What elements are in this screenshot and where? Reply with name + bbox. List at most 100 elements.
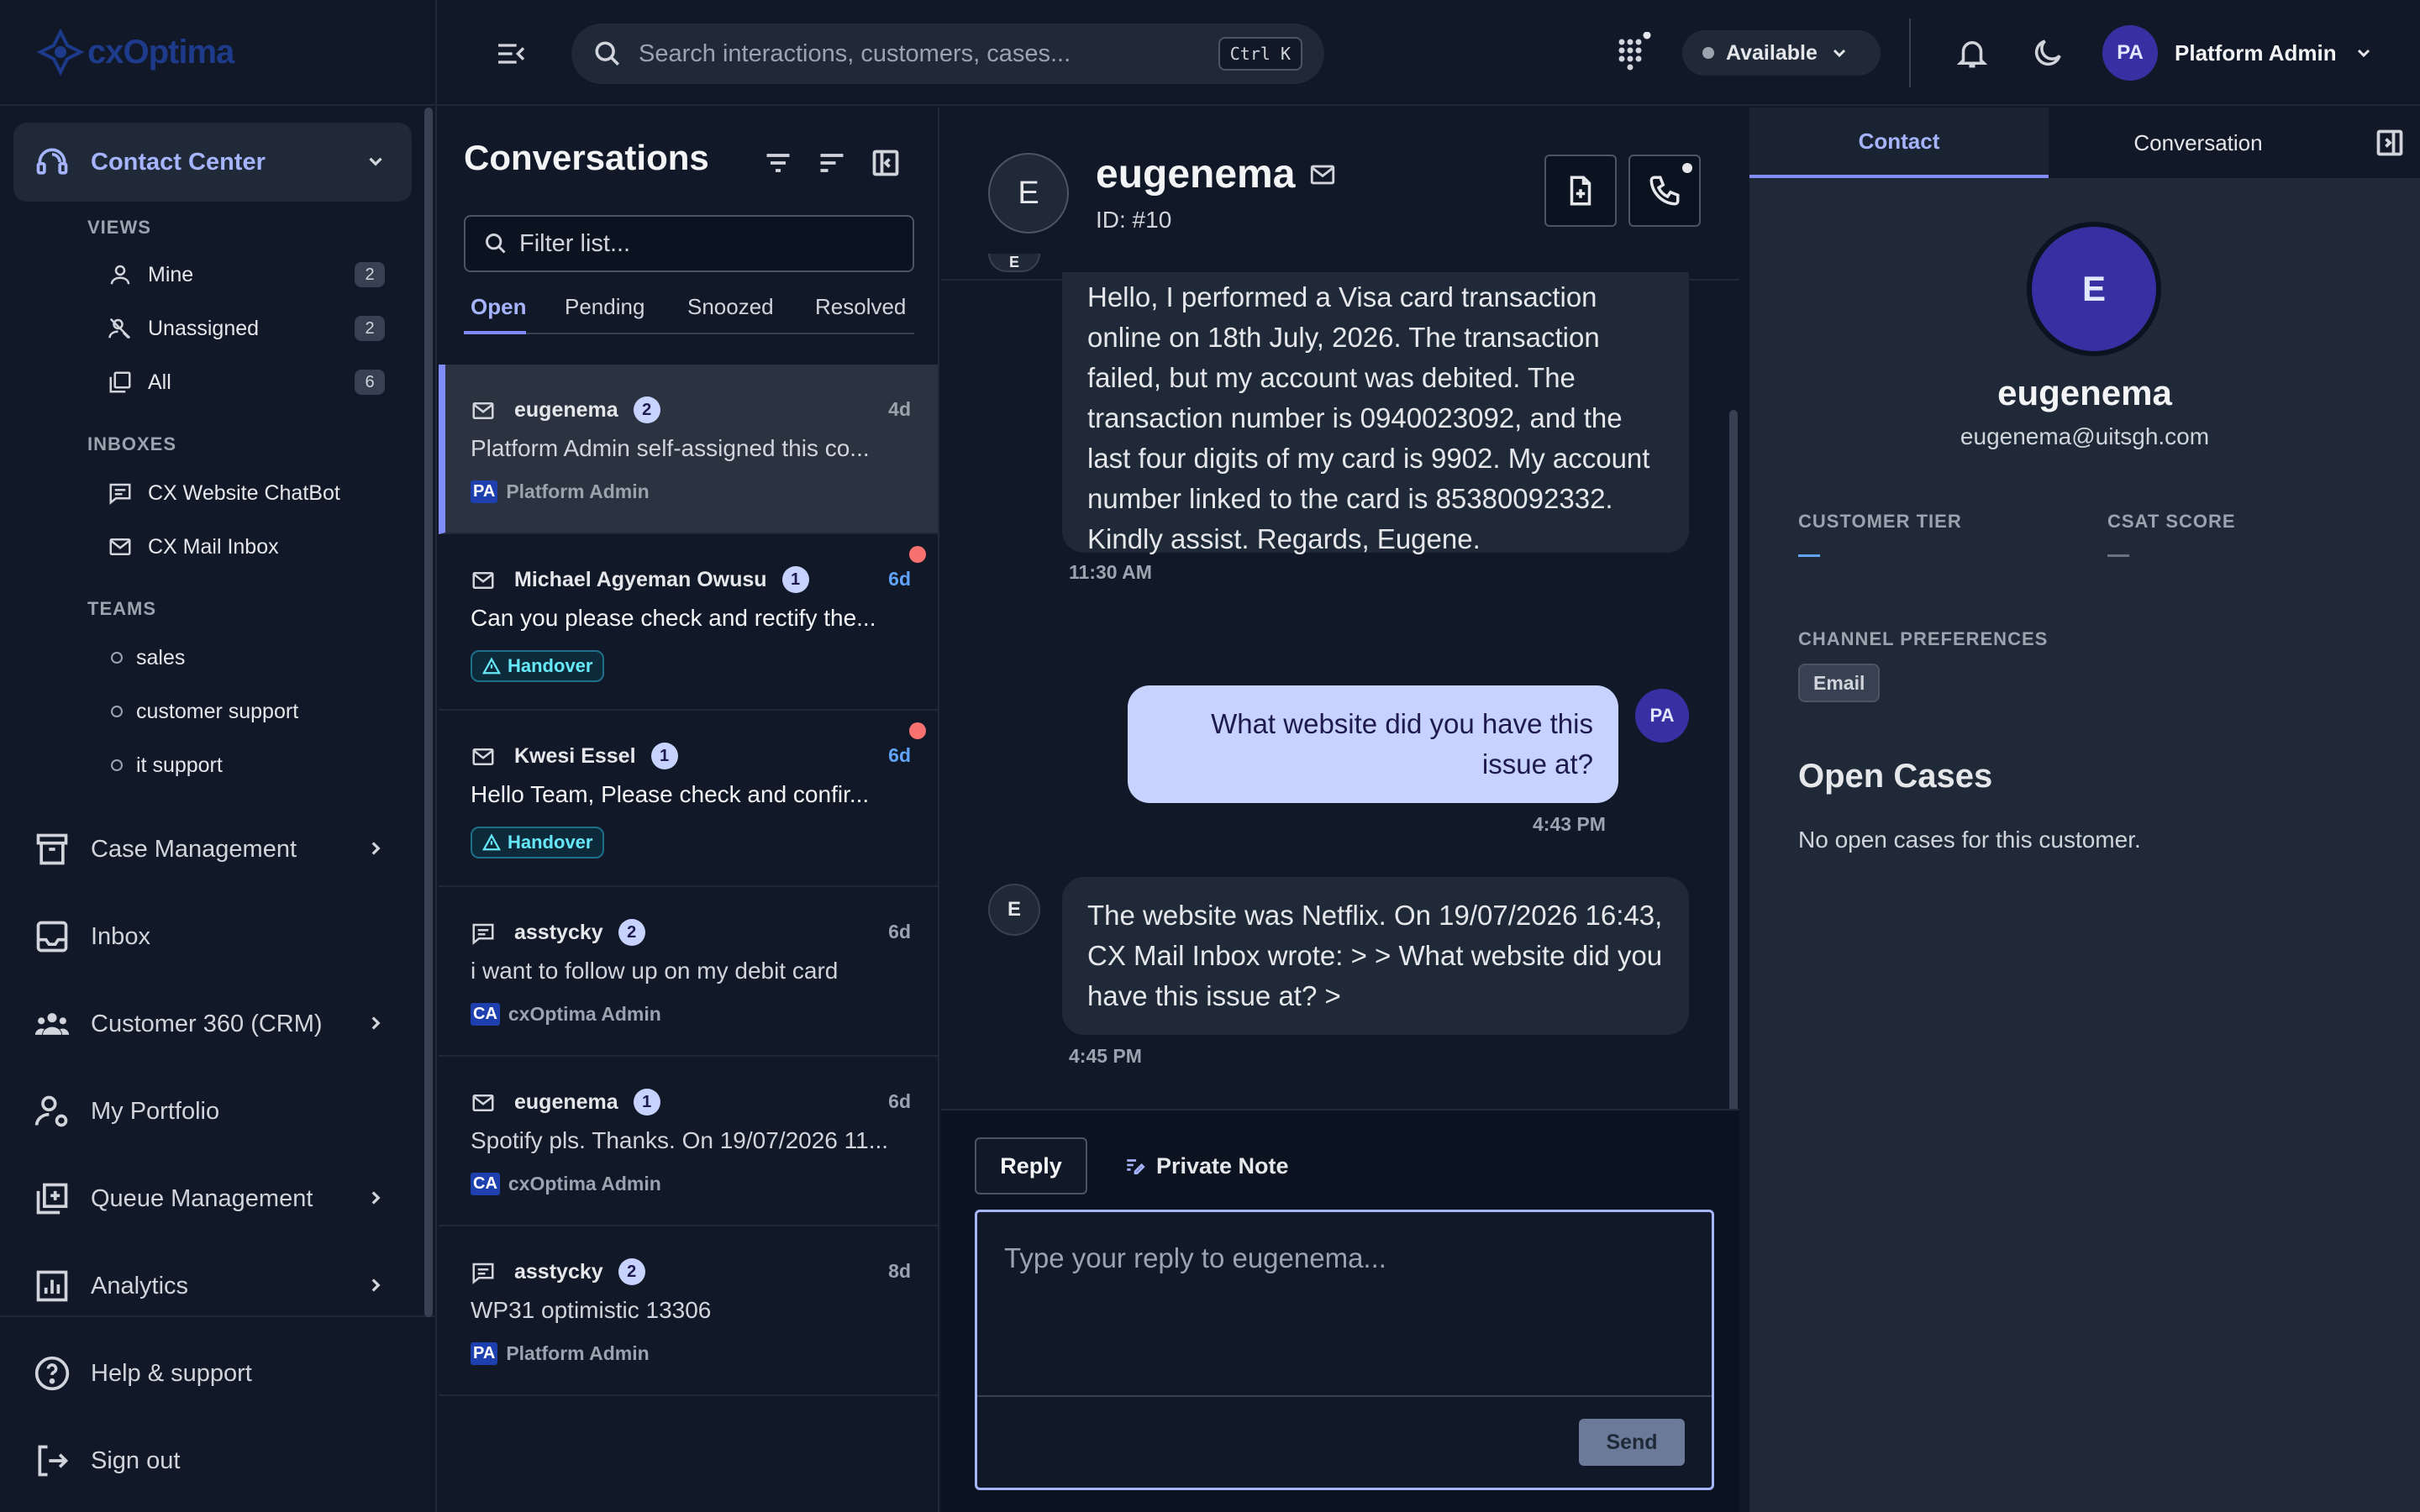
tab-pending[interactable]: Pending [565,294,644,320]
conversation-list-panel: Conversations Filter list... Open Pendin… [439,108,939,1512]
team-sales[interactable]: sales [111,637,185,679]
chevron-right-icon [371,1016,381,1030]
unread-count: 2 [633,396,660,423]
nav-sign-out[interactable]: Sign out [13,1421,412,1500]
handover-label: Handover [508,832,593,853]
view-count: 6 [355,370,385,395]
view-unassigned[interactable]: Unassigned 2 [108,307,385,349]
mail-icon [472,1095,494,1111]
conversation-name: Michael Agyeman Owusu [514,567,767,591]
create-case-button[interactable] [1544,155,1617,227]
inbox-chatbot[interactable]: CX Website ChatBot [108,472,385,514]
contact-name: eugenema [1096,152,1296,197]
tab-contact[interactable]: Contact [1749,108,2049,178]
views-heading: VIEWS [87,217,151,238]
filter-placeholder: Filter list... [519,229,631,257]
contact-large-avatar: E [2027,222,2161,356]
conversation-row[interactable]: Michael Agyeman Owusu 1 6d Can you please… [439,534,938,711]
assignee-name: Platform Admin [506,480,650,502]
sidebar-scrollbar[interactable] [424,108,433,1317]
unread-count: 1 [781,566,809,593]
tab-resolved[interactable]: Resolved [815,294,906,320]
logo-icon [37,29,84,76]
nav-contact-center[interactable]: Contact Center [13,123,412,202]
stack-icon [109,371,131,393]
nav-label: Help & support [91,1359,252,1387]
bell-icon[interactable] [1954,35,1990,71]
unread-count: 2 [618,919,645,946]
archive-icon [36,833,68,865]
conversation-row[interactable]: eugenema 1 6d Spotify pls. Thanks. On 19/… [439,1057,938,1226]
filter-icon[interactable] [763,148,793,178]
chat-scrollbar[interactable] [1729,410,1738,1216]
conversation-row[interactable]: asstycky 2 6d i want to follow up on my d… [439,887,938,1057]
nav-case-management[interactable]: Case Management [13,810,412,889]
customer-avatar: E [988,884,1040,936]
conversation-row[interactable]: asstycky 2 8d WP31 optimistic 13306 PA Pla… [439,1226,938,1396]
nav-label: My Portfolio [91,1097,220,1125]
inbox-mail[interactable]: CX Mail Inbox [108,526,385,568]
reply-tab[interactable]: Reply [975,1137,1087,1194]
nav-label: Analytics [91,1272,189,1299]
logo[interactable]: cxOptima [0,0,435,106]
global-search[interactable]: Search interactions, customers, cases...… [571,24,1324,84]
nav-label: Contact Center [91,148,266,176]
tab-open[interactable]: Open [471,294,526,320]
team-customer-support[interactable]: customer support [111,690,298,732]
conversation-time: 4d [888,398,911,420]
contact-email: eugenema@uitsgh.com [1960,423,2210,449]
nav-label: Case Management [91,835,297,863]
conversation-time: 6d [888,744,911,766]
view-all[interactable]: All 6 [108,361,385,403]
call-button[interactable] [1628,155,1701,227]
search-icon [595,41,620,66]
conversation-row[interactable]: eugenema 2 4d Platform Admin self-assigne… [439,365,938,534]
tab-divider [464,333,914,334]
filter-input[interactable]: Filter list... [464,215,914,272]
sort-icon[interactable] [817,148,847,178]
availability-status[interactable]: Available [1682,30,1881,76]
conversation-name: eugenema [514,397,618,422]
assignee-initials: CA [471,1003,500,1026]
tab-conversation[interactable]: Conversation [2049,108,2348,178]
conversation-row[interactable]: Kwesi Essel 1 6d Hello Team, Please check… [439,711,938,887]
moon-icon[interactable] [2030,35,2065,71]
unread-count: 1 [650,743,678,769]
nav-inbox[interactable]: Inbox [13,897,412,976]
view-label: Mine [148,262,194,286]
nav-help-support[interactable]: Help & support [13,1334,412,1413]
reply-placeholder: Type your reply to eugenema... [1004,1242,1386,1273]
csat-score-label: CSAT SCORE [2107,511,2236,532]
chat-icon [472,1263,494,1284]
inbox-icon [36,921,68,953]
mail-icon [1311,165,1335,184]
team-it-support[interactable]: it support [111,744,223,786]
csat-score-value [2107,554,2129,557]
collapse-menu-icon[interactable] [494,37,528,71]
conversation-preview: i want to follow up on my debit card [471,958,839,984]
message-time: 4:45 PM [1069,1045,1142,1067]
view-mine[interactable]: Mine 2 [108,254,385,296]
conversation-time: 6d [888,568,911,590]
conversation-name: asstycky [514,1259,603,1284]
apps-grid-button[interactable] [1613,32,1655,74]
unread-count: 1 [633,1089,660,1116]
panel-toggle-icon[interactable] [871,148,901,178]
send-button[interactable]: Send [1579,1419,1685,1466]
nav-analytics[interactable]: Analytics [13,1247,412,1326]
reply-input[interactable]: Type your reply to eugenema... Send [975,1210,1714,1490]
call-status-dot [1682,163,1692,173]
open-cases-title: Open Cases [1798,758,1993,795]
nav-my-portfolio[interactable]: My Portfolio [13,1072,412,1151]
user-menu[interactable]: PA Platform Admin [2102,25,2374,81]
chevron-right-icon [371,1191,381,1205]
nav-customer-360[interactable]: Customer 360 (CRM) [13,984,412,1063]
inboxes-heading: INBOXES [87,433,177,454]
tab-snoozed[interactable]: Snoozed [687,294,774,320]
panel-collapse-icon[interactable] [2375,128,2405,158]
nav-queue-management[interactable]: Queue Management [13,1159,412,1238]
private-note-tab[interactable]: Private Note [1124,1137,1289,1194]
logo-text: cxOptima [87,33,234,71]
user-settings-icon [34,1095,68,1127]
chevron-down-icon [2357,49,2370,58]
